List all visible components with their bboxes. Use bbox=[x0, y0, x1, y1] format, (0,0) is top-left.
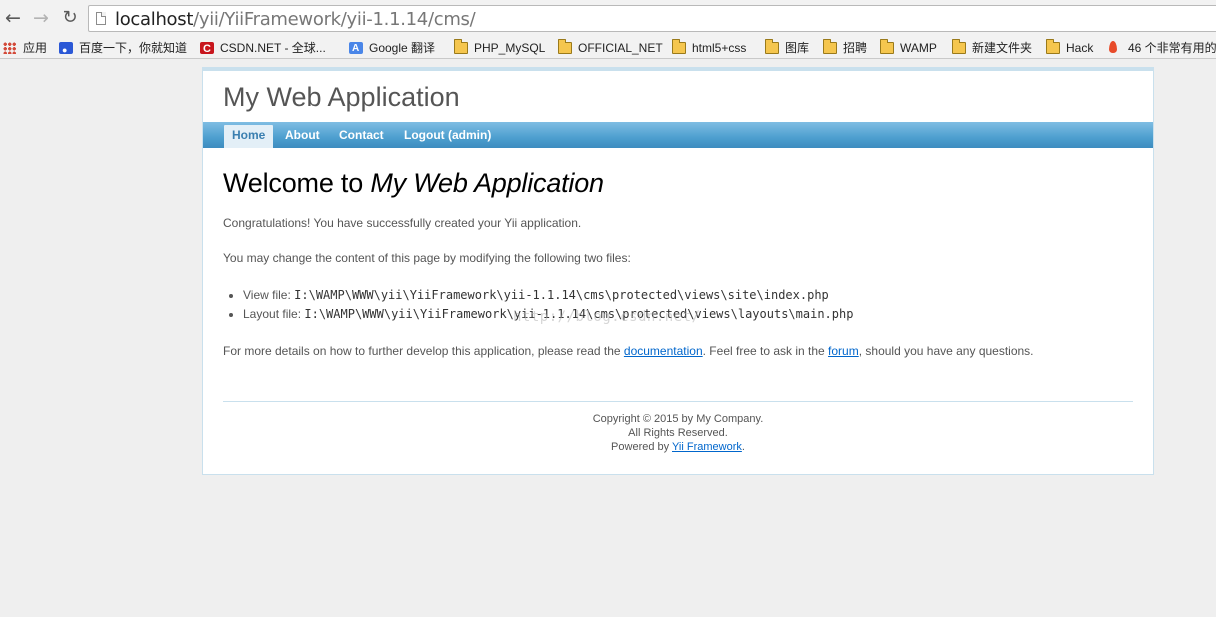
folder-icon bbox=[952, 39, 966, 54]
address-bar[interactable]: localhost/yii/YiiFramework/yii-1.1.14/cm… bbox=[88, 5, 1216, 32]
file-label: View file: bbox=[243, 288, 295, 302]
list-item: View file: I:\WAMP\WWW\yii\YiiFramework\… bbox=[243, 286, 1133, 305]
footer-divider bbox=[223, 401, 1133, 402]
bookmark-official-net[interactable]: OFFICIAL_NET bbox=[558, 39, 663, 57]
csdn-icon bbox=[200, 40, 214, 58]
bookmark-baidu[interactable]: 百度一下，你就知道 bbox=[59, 39, 188, 58]
documentation-link[interactable]: documentation bbox=[624, 344, 703, 358]
bookmark-label: Hack bbox=[1066, 41, 1094, 55]
apps-grid-icon bbox=[3, 42, 17, 54]
menu-home[interactable]: Home bbox=[224, 125, 274, 148]
bookmark-label: Google 翻译 bbox=[369, 41, 436, 55]
file-path: I:\WAMP\WWW\yii\YiiFramework\yii-1.1.14\… bbox=[294, 288, 829, 302]
google-translate-icon bbox=[349, 40, 363, 58]
footer-rights: All Rights Reserved. bbox=[628, 427, 728, 439]
bookmark-useful[interactable]: 46 个非常有用的 bbox=[1108, 39, 1216, 57]
menu-about[interactable]: About bbox=[277, 125, 328, 148]
footer-copyright: Copyright © 2015 by My Company. bbox=[592, 413, 764, 425]
change-files-text: You may change the content of this page … bbox=[223, 251, 631, 265]
bookmark-label: 应用 bbox=[23, 41, 48, 55]
forward-arrow-icon[interactable]: → bbox=[31, 8, 51, 28]
powered-pre: Powered by bbox=[611, 441, 672, 453]
bookmark-label: 46 个非常有用的 bbox=[1128, 41, 1216, 55]
url-host: localhost bbox=[115, 9, 194, 30]
bookmark-jobs[interactable]: 招聘 bbox=[823, 39, 867, 57]
flame-icon bbox=[1108, 41, 1122, 54]
folder-icon bbox=[880, 39, 894, 54]
site-logo: My Web Application bbox=[223, 82, 460, 112]
bookmark-apps[interactable]: 应用 bbox=[3, 39, 47, 57]
page-content: Welcome to My Web Application Congratula… bbox=[223, 168, 1133, 359]
details-pre: For more details on how to further devel… bbox=[223, 344, 624, 358]
folder-icon bbox=[672, 39, 686, 54]
url-text[interactable]: localhost/yii/YiiFramework/yii-1.1.14/cm… bbox=[115, 9, 476, 30]
browser-toolbar: ← → ↻ localhost/yii/YiiFramework/yii-1.1… bbox=[0, 0, 1216, 36]
folder-icon bbox=[454, 39, 468, 54]
bookmarks-bar: 应用 百度一下，你就知道 CSDN.NET - 全球... Google 翻译 … bbox=[0, 36, 1216, 59]
bookmark-gallery[interactable]: 图库 bbox=[765, 39, 809, 57]
bookmark-csdn[interactable]: CSDN.NET - 全球... bbox=[200, 39, 326, 58]
footer-powered: Powered by Yii Framework. bbox=[203, 440, 1153, 454]
bookmark-new-folder[interactable]: 新建文件夹 bbox=[952, 39, 1032, 57]
bookmark-html5-css[interactable]: html5+css bbox=[672, 39, 746, 57]
details-mid: . Feel free to ask in the bbox=[702, 344, 829, 358]
bookmark-label: 招聘 bbox=[843, 41, 868, 55]
page-title: Welcome to My Web Application bbox=[223, 168, 1133, 199]
footer: Copyright © 2015 by My Company. All Righ… bbox=[203, 412, 1153, 454]
folder-icon bbox=[558, 39, 572, 54]
bookmark-label: WAMP bbox=[900, 41, 937, 55]
main-menu: Home About Contact Logout (admin) bbox=[203, 122, 1153, 148]
details-text: For more details on how to further devel… bbox=[223, 343, 1133, 359]
folder-icon bbox=[823, 39, 837, 54]
yii-framework-link[interactable]: Yii Framework bbox=[672, 441, 742, 453]
title-app-name: My Web Application bbox=[370, 168, 604, 198]
bookmark-label: CSDN.NET - 全球... bbox=[220, 41, 326, 55]
forum-link[interactable]: forum bbox=[828, 344, 859, 358]
bookmark-google-translate[interactable]: Google 翻译 bbox=[349, 39, 436, 58]
bookmark-label: OFFICIAL_NET bbox=[578, 41, 663, 55]
reload-icon[interactable]: ↻ bbox=[60, 8, 80, 28]
menu-logout[interactable]: Logout (admin) bbox=[396, 125, 499, 148]
back-arrow-icon[interactable]: ← bbox=[3, 8, 23, 28]
watermark: http://blog.csdn.net/ bbox=[513, 309, 701, 325]
baidu-icon bbox=[59, 41, 73, 58]
folder-icon bbox=[765, 39, 779, 54]
bookmark-label: PHP_MySQL bbox=[474, 41, 546, 55]
folder-icon bbox=[1046, 39, 1060, 54]
bookmark-wamp[interactable]: WAMP bbox=[880, 39, 937, 57]
bookmark-hack[interactable]: Hack bbox=[1046, 39, 1093, 57]
yii-page-container: My Web Application Home About Contact Lo… bbox=[202, 67, 1154, 475]
bookmark-label: 图库 bbox=[785, 41, 810, 55]
page-icon bbox=[96, 12, 106, 25]
bookmark-php-mysql[interactable]: PHP_MySQL bbox=[454, 39, 545, 57]
powered-post: . bbox=[741, 441, 745, 453]
bookmark-label: html5+css bbox=[692, 41, 747, 55]
bookmark-label: 新建文件夹 bbox=[972, 41, 1033, 55]
title-prefix: Welcome to bbox=[223, 168, 371, 198]
url-path: /yii/YiiFramework/yii-1.1.14/cms/ bbox=[193, 9, 476, 30]
congrats-text: Congratulations! You have successfully c… bbox=[223, 216, 582, 230]
bookmark-label: 百度一下，你就知道 bbox=[79, 41, 188, 55]
details-post: , should you have any questions. bbox=[858, 344, 1034, 358]
file-label: Layout file: bbox=[243, 307, 305, 321]
menu-contact[interactable]: Contact bbox=[331, 125, 392, 148]
